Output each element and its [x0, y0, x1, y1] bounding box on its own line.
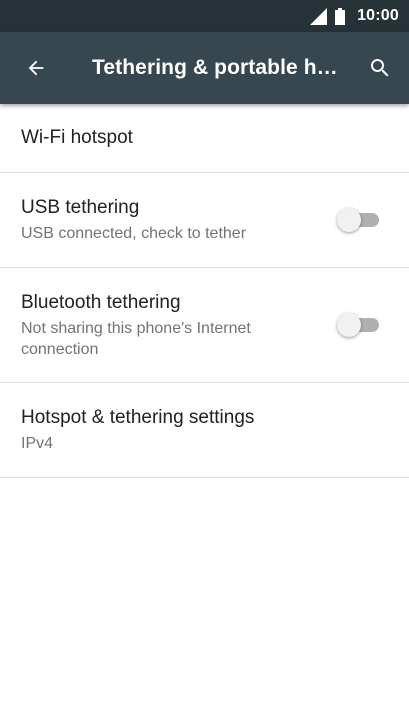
bluetooth-tethering-toggle[interactable]	[337, 313, 383, 337]
hotspot-tethering-settings-item[interactable]: Hotspot & tethering settings IPv4	[0, 383, 409, 478]
item-title: Hotspot & tethering settings	[21, 407, 255, 428]
toggle-thumb	[337, 313, 361, 337]
usb-tethering-toggle[interactable]	[337, 208, 383, 232]
item-title: USB tethering	[21, 197, 140, 218]
item-text: Hotspot & tethering settings IPv4	[21, 406, 254, 454]
item-summary: Not sharing this phone's Internet connec…	[21, 319, 251, 358]
item-title: Bluetooth tethering	[21, 291, 181, 313]
toggle-thumb	[337, 208, 361, 232]
item-text: USB tethering USB connected, check to te…	[21, 196, 246, 244]
arrow-back-icon	[28, 60, 44, 76]
back-button[interactable]	[0, 32, 72, 104]
wifi-hotspot-item[interactable]: Wi-Fi hotspot	[0, 104, 409, 173]
bluetooth-tethering-item[interactable]: Bluetooth tethering Not sharing this pho…	[0, 268, 409, 383]
page-title: Tethering & portable h…	[92, 56, 338, 79]
signal-icon	[310, 7, 328, 25]
item-summary: IPv4	[21, 435, 54, 452]
item-summary: USB connected, check to tether	[21, 225, 247, 242]
item-title: Wi-Fi hotspot	[21, 127, 133, 148]
status-bar: 10:00	[0, 0, 409, 32]
item-text: Bluetooth tethering Not sharing this pho…	[21, 291, 321, 360]
search-button[interactable]	[351, 32, 409, 104]
settings-list: Wi-Fi hotspot USB tethering USB connecte…	[0, 104, 409, 478]
status-icons: 10:00	[310, 7, 399, 25]
search-icon	[371, 59, 389, 77]
battery-icon	[335, 7, 346, 25]
item-text: Wi-Fi hotspot	[21, 126, 133, 150]
usb-tethering-item[interactable]: USB tethering USB connected, check to te…	[0, 173, 409, 268]
status-clock: 10:00	[357, 7, 399, 24]
app-bar: Tethering & portable h…	[0, 32, 409, 104]
